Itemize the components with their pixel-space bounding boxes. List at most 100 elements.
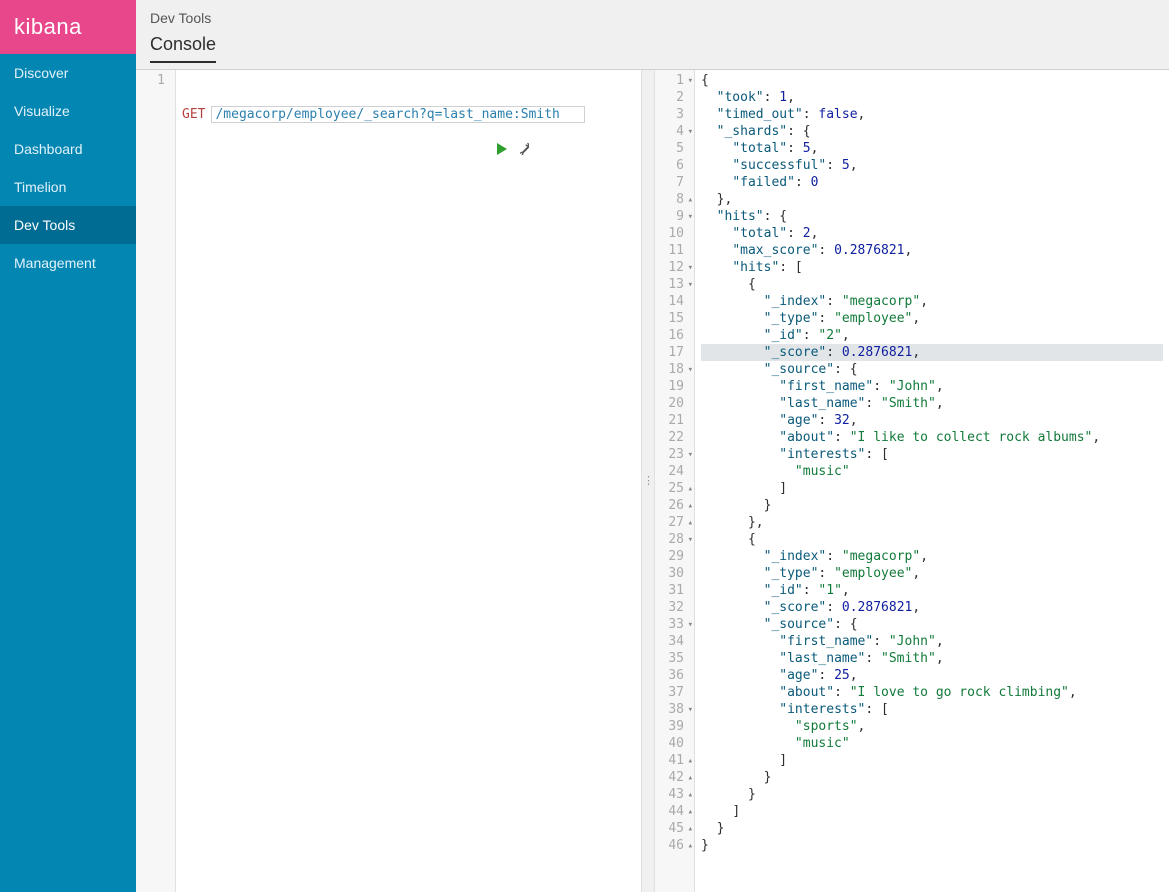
sidebar-item-dev-tools[interactable]: Dev Tools: [0, 206, 136, 244]
fold-icon[interactable]: ▴: [688, 821, 693, 838]
fold-icon[interactable]: ▴: [688, 770, 693, 787]
code-line: "successful": 5,: [701, 157, 1163, 174]
line-number: 33▾: [655, 616, 694, 633]
response-code[interactable]: { "took": 1, "timed_out": false, "_shard…: [695, 70, 1169, 892]
code-line: }: [701, 786, 1163, 803]
line-number: 12▾: [655, 259, 694, 276]
sidebar-nav: DiscoverVisualizeDashboardTimelionDev To…: [0, 54, 136, 282]
run-icon[interactable]: [497, 143, 507, 155]
fold-icon[interactable]: ▴: [688, 192, 693, 209]
code-line: {: [701, 72, 1163, 89]
fold-icon[interactable]: ▴: [688, 838, 693, 855]
code-line: "age": 32,: [701, 412, 1163, 429]
code-line: "music": [701, 463, 1163, 480]
line-number: 40: [655, 735, 694, 752]
fold-icon[interactable]: ▾: [688, 702, 693, 719]
line-number: 18▾: [655, 361, 694, 378]
line-number: 39: [655, 718, 694, 735]
tab-console[interactable]: Console: [150, 34, 216, 63]
code-line: "sports",: [701, 718, 1163, 735]
fold-icon[interactable]: ▴: [688, 753, 693, 770]
code-line: "_index": "megacorp",: [701, 293, 1163, 310]
fold-icon[interactable]: ▾: [688, 260, 693, 277]
fold-icon[interactable]: ▴: [688, 515, 693, 532]
request-editor[interactable]: 1 GET: [136, 70, 641, 892]
line-number: 25▴: [655, 480, 694, 497]
line-number: 21: [655, 412, 694, 429]
main: Dev Tools Console 1 GET: [136, 0, 1169, 892]
sidebar-item-discover[interactable]: Discover: [0, 54, 136, 92]
line-number: 13▾: [655, 276, 694, 293]
sidebar-item-management[interactable]: Management: [0, 244, 136, 282]
code-line: "music": [701, 735, 1163, 752]
code-line: "last_name": "Smith",: [701, 650, 1163, 667]
line-number: 43▴: [655, 786, 694, 803]
tabbar: Console: [150, 34, 1155, 63]
code-line: ]: [701, 752, 1163, 769]
code-line: {: [701, 276, 1163, 293]
line-number: 16: [655, 327, 694, 344]
code-line: }: [701, 769, 1163, 786]
line-number: 30: [655, 565, 694, 582]
code-line: "_id": "2",: [701, 327, 1163, 344]
sidebar-item-dashboard[interactable]: Dashboard: [0, 130, 136, 168]
fold-icon[interactable]: ▾: [688, 532, 693, 549]
fold-icon[interactable]: ▾: [688, 209, 693, 226]
code-line: "_score": 0.2876821,: [701, 344, 1163, 361]
line-number: 19: [655, 378, 694, 395]
fold-icon[interactable]: ▴: [688, 481, 693, 498]
code-line: "interests": [: [701, 446, 1163, 463]
sidebar-item-timelion[interactable]: Timelion: [0, 168, 136, 206]
line-number: 5: [655, 140, 694, 157]
fold-icon[interactable]: ▾: [688, 447, 693, 464]
fold-icon[interactable]: ▾: [688, 617, 693, 634]
response-gutter: 1▾234▾5678▴9▾101112▾13▾1415161718▾192021…: [655, 70, 695, 892]
code-line: "_index": "megacorp",: [701, 548, 1163, 565]
logo: kibana: [0, 0, 136, 54]
line-number: 34: [655, 633, 694, 650]
code-line: "_id": "1",: [701, 582, 1163, 599]
sidebar-item-visualize[interactable]: Visualize: [0, 92, 136, 130]
code-line: "max_score": 0.2876821,: [701, 242, 1163, 259]
line-number: 2: [655, 89, 694, 106]
line-number: 32: [655, 599, 694, 616]
fold-icon[interactable]: ▴: [688, 787, 693, 804]
code-line: "about": "I love to go rock climbing",: [701, 684, 1163, 701]
line-number: 14: [655, 293, 694, 310]
sidebar: kibana DiscoverVisualizeDashboardTimelio…: [0, 0, 136, 892]
request-code[interactable]: GET: [176, 70, 641, 892]
request-line[interactable]: GET: [182, 106, 635, 123]
line-number: 42▴: [655, 769, 694, 786]
fold-icon[interactable]: ▴: [688, 804, 693, 821]
code-line: ]: [701, 480, 1163, 497]
fold-icon[interactable]: ▴: [688, 498, 693, 515]
code-line: "interests": [: [701, 701, 1163, 718]
code-line: }: [701, 497, 1163, 514]
line-number: 36: [655, 667, 694, 684]
code-line: "last_name": "Smith",: [701, 395, 1163, 412]
request-actions: [497, 108, 627, 190]
line-number: 35: [655, 650, 694, 667]
line-number: 26▴: [655, 497, 694, 514]
code-line: "hits": {: [701, 208, 1163, 225]
code-line: "hits": [: [701, 259, 1163, 276]
fold-icon[interactable]: ▾: [688, 73, 693, 90]
line-number: 17: [655, 344, 694, 361]
line-number: 9▾: [655, 208, 694, 225]
line-number: 15: [655, 310, 694, 327]
code-line: "_shards": {: [701, 123, 1163, 140]
response-viewer[interactable]: 1▾234▾5678▴9▾101112▾13▾1415161718▾192021…: [655, 70, 1169, 892]
code-line: "_source": {: [701, 616, 1163, 633]
line-number: 7: [655, 174, 694, 191]
splitter[interactable]: ⋮: [641, 70, 655, 892]
code-line: "about": "I like to collect rock albums"…: [701, 429, 1163, 446]
fold-icon[interactable]: ▾: [688, 362, 693, 379]
line-number: 3: [655, 106, 694, 123]
wrench-icon[interactable]: [517, 108, 627, 190]
code-line: }: [701, 820, 1163, 837]
fold-icon[interactable]: ▾: [688, 124, 693, 141]
fold-icon[interactable]: ▾: [688, 277, 693, 294]
code-line: "failed": 0: [701, 174, 1163, 191]
line-number: 27▴: [655, 514, 694, 531]
code-line: "_source": {: [701, 361, 1163, 378]
